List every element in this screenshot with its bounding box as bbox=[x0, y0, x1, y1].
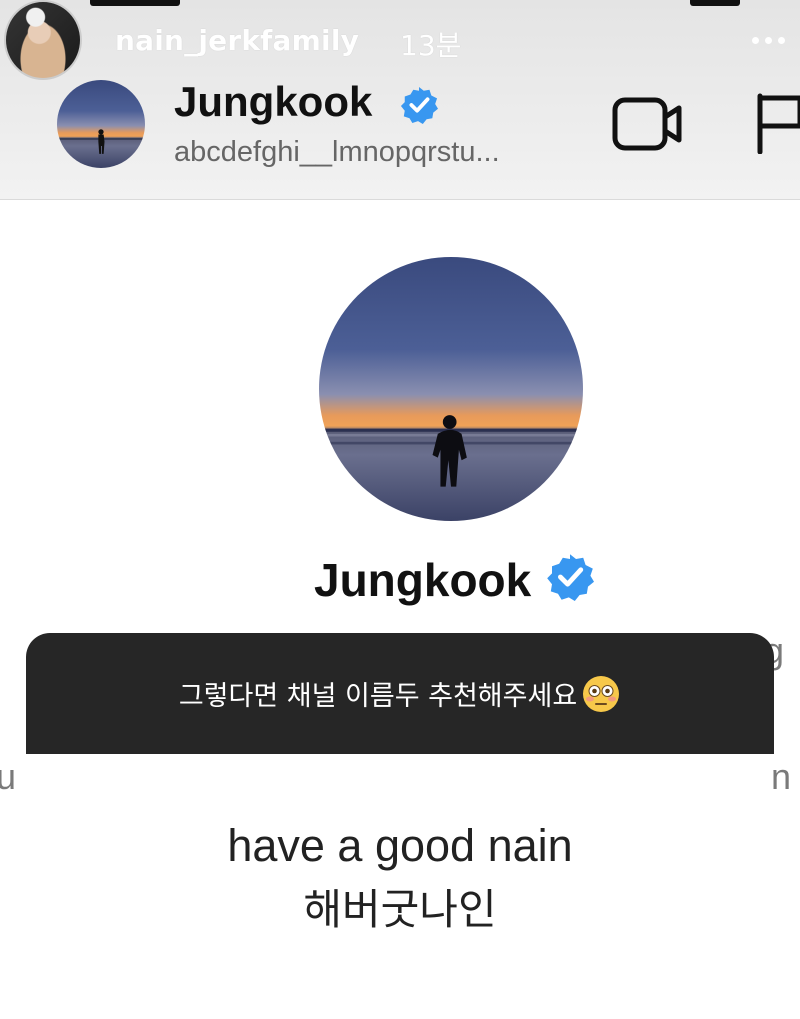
flushed-face-emoji bbox=[583, 675, 620, 712]
story-username[interactable]: nain_jerkfamily bbox=[115, 24, 359, 57]
answer-text-korean: 해버굿나인 bbox=[303, 885, 497, 934]
profile-handle: abcdefghi__lmnopqrstu... bbox=[174, 136, 500, 168]
question-text: 그렇다면 채널 이름두 추천해주세요 bbox=[178, 681, 578, 712]
profile-large-name: Jungkook bbox=[314, 554, 532, 606]
more-icon[interactable] bbox=[752, 30, 794, 50]
story-timestamp: 13분 bbox=[400, 29, 462, 62]
profile-large-avatar[interactable] bbox=[319, 257, 583, 521]
background-text-fragment: u bbox=[0, 756, 17, 797]
background-text-fragment: n bbox=[771, 756, 792, 797]
header-divider bbox=[0, 199, 800, 200]
profile-name[interactable]: Jungkook bbox=[174, 78, 372, 126]
flag-icon[interactable] bbox=[754, 92, 800, 154]
verified-badge-icon bbox=[547, 554, 594, 601]
story-user-avatar[interactable] bbox=[4, 0, 82, 80]
answer-text-english: have a good nain bbox=[227, 820, 573, 871]
question-sticker: 그렇다면 채널 이름두 추천해주세요 bbox=[26, 633, 774, 754]
story-progress-bar bbox=[690, 0, 740, 6]
video-call-icon[interactable] bbox=[612, 95, 684, 153]
verified-badge-icon bbox=[400, 86, 438, 124]
story-progress-bar bbox=[90, 0, 180, 6]
profile-avatar[interactable] bbox=[57, 80, 145, 168]
